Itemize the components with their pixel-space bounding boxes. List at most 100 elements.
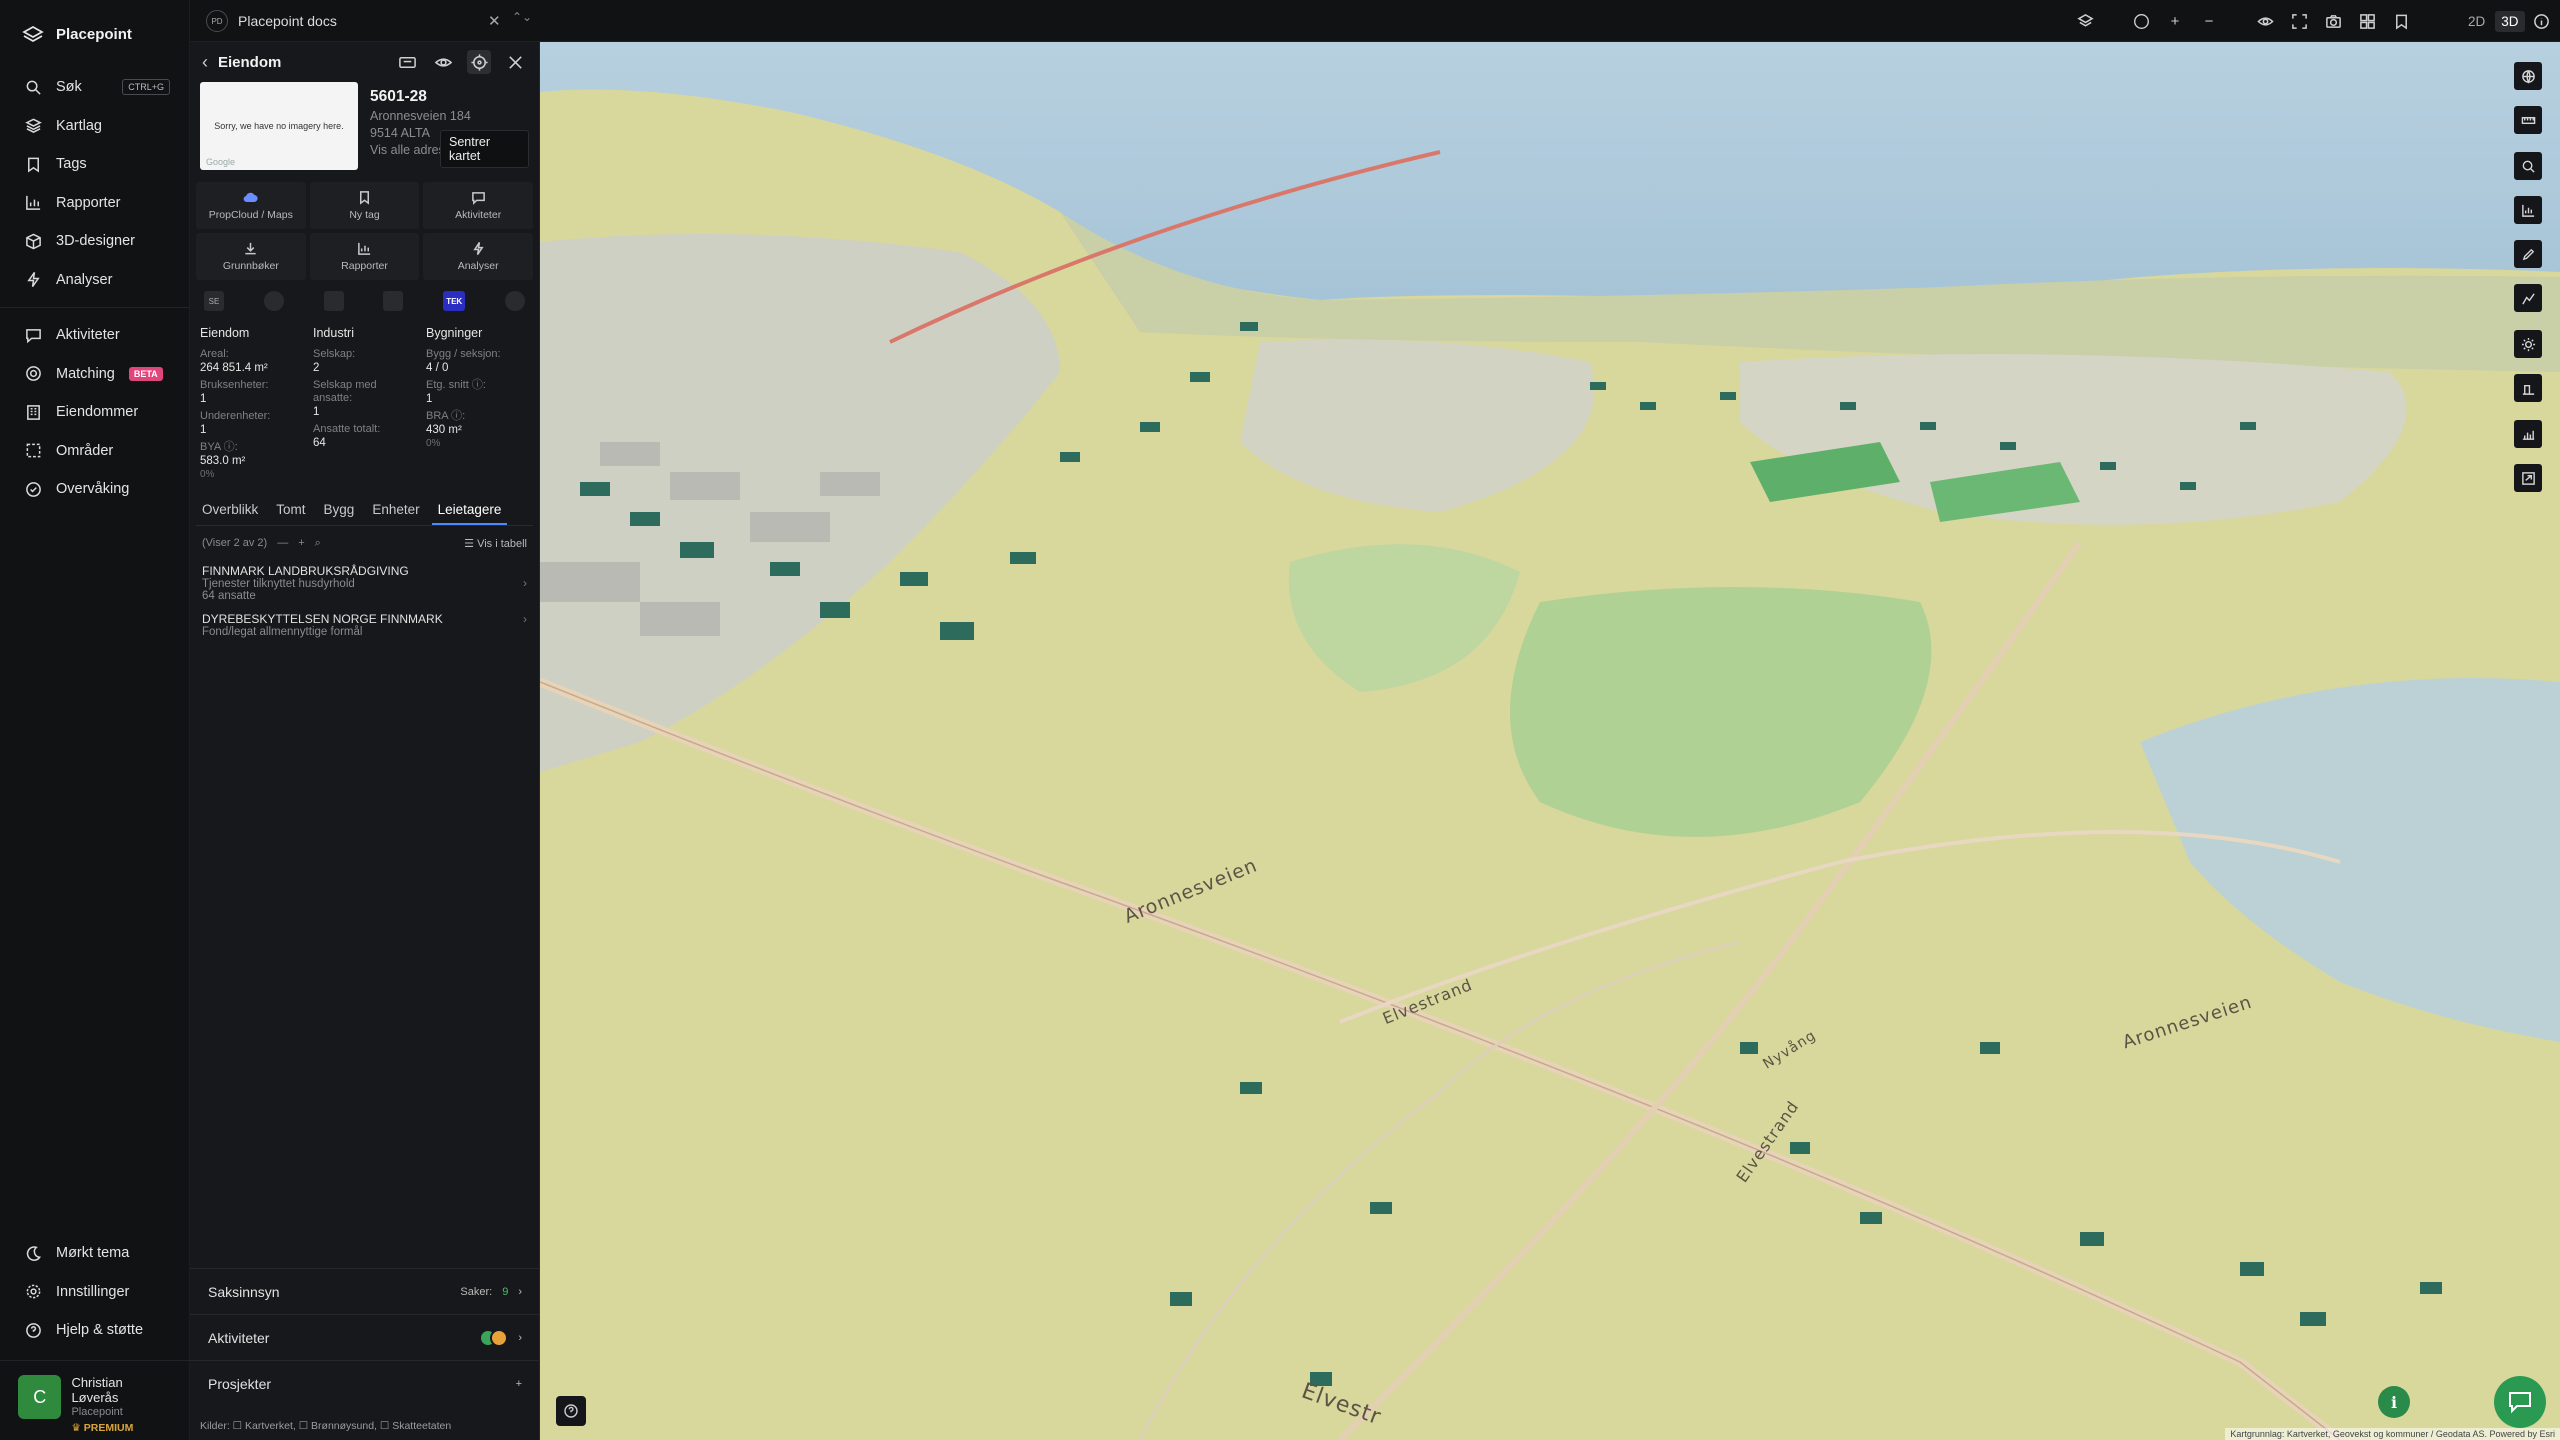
close-icon[interactable]: ✕ — [488, 12, 501, 30]
center-map-icon[interactable] — [467, 50, 491, 74]
map-tool-chart[interactable] — [2514, 196, 2542, 224]
map-tool-draw[interactable] — [2514, 240, 2542, 268]
app-logo[interactable]: Placepoint — [22, 20, 132, 48]
property-image[interactable]: Sorry, we have no imagery here. Google — [200, 82, 358, 170]
source-bars-icon[interactable] — [383, 291, 404, 311]
source-tek-icon[interactable]: TEK — [443, 291, 466, 311]
stats-header: Bygninger — [426, 326, 483, 340]
list-icon: ☰ — [464, 537, 478, 550]
grunnboker-button[interactable]: Grunnbøker — [196, 233, 306, 280]
map-tool-export[interactable] — [2514, 464, 2542, 492]
tab-overblikk[interactable]: Overblikk — [196, 496, 264, 525]
target-icon — [24, 365, 42, 383]
grid-icon[interactable] — [2354, 8, 2380, 34]
nav-label: Søk — [56, 79, 82, 96]
user-card[interactable]: C Christian Løverås Placepoint ♛ PREMIUM — [0, 1360, 190, 1440]
panel-tabs: Overblikk Tomt Bygg Enheter Leietagere — [196, 496, 533, 526]
mode-3d-toggle[interactable]: 3D — [2495, 10, 2525, 32]
section-prosjekter[interactable]: Prosjekter + — [190, 1360, 539, 1406]
bar-chart-icon — [358, 242, 371, 255]
zoom-in-icon[interactable]: + — [2162, 8, 2188, 34]
globe-icon — [2521, 69, 2535, 84]
nav-item-rapporter[interactable]: Rapporter — [0, 184, 190, 223]
activities-button[interactable]: Aktiviteter — [423, 182, 533, 229]
nav-item-3d-designer[interactable]: 3D-designer — [0, 222, 190, 261]
nav-item-aktiviteter[interactable]: Aktiviteter — [0, 316, 190, 355]
stat-label: Bygg / seksjon: — [426, 348, 501, 360]
nav-item-dark-theme[interactable]: Mørkt tema — [0, 1234, 190, 1273]
chat-support-button[interactable] — [2494, 1376, 2546, 1428]
chevron-right-icon: › — [518, 1331, 522, 1344]
map-tool-elevation[interactable] — [2514, 284, 2542, 312]
tab-bygg[interactable]: Bygg — [318, 496, 361, 525]
list-item[interactable]: DYREBESKYTTELSEN NORGE FINNMARK Fond/leg… — [202, 612, 527, 638]
add-icon[interactable]: + — [516, 1378, 522, 1390]
nav-item-analyser[interactable]: Analyser — [0, 261, 190, 300]
tab-enheter[interactable]: Enheter — [366, 496, 425, 525]
nav-item-help[interactable]: Hjelp & støtte — [0, 1311, 190, 1350]
bar-chart-icon — [24, 194, 42, 212]
nav-label: 3D-designer — [56, 233, 135, 250]
show-in-table-link[interactable]: ☰ Vis i tabell — [464, 537, 527, 550]
nav-item-omrader[interactable]: Områder — [0, 432, 190, 471]
info-icon[interactable] — [2529, 8, 2555, 34]
source-plant-icon[interactable] — [323, 291, 344, 311]
map-tool-profile[interactable] — [2514, 420, 2542, 448]
map-tool-search-area[interactable] — [2514, 152, 2542, 180]
analyses-button[interactable]: Analyser — [423, 233, 533, 280]
propcloud-button[interactable]: PropCloud / Maps — [196, 182, 306, 229]
data-source-row: SE TEK — [200, 288, 529, 314]
new-tag-button[interactable]: Ny tag — [309, 182, 420, 229]
property-address: Aronnesveien 184 — [370, 109, 471, 123]
map-tool-globe[interactable] — [2514, 62, 2542, 90]
source-globe-icon[interactable] — [263, 291, 284, 311]
nav-item-matching[interactable]: Matching BETA — [0, 355, 190, 394]
plan-label: PREMIUM — [83, 1422, 134, 1434]
cloud-icon — [244, 192, 258, 202]
eye-icon[interactable] — [2252, 8, 2278, 34]
section-saksinnsyn[interactable]: Saksinnsyn Saker: 9 › — [190, 1268, 539, 1314]
stat-label: BYA ⓘ: — [200, 441, 238, 453]
nav-item-eiendommer[interactable]: Eiendommer — [0, 393, 190, 432]
street-view-icon[interactable] — [395, 50, 419, 74]
stats-industri: Industri Selskap: 2 Selskap med ansatte:… — [313, 326, 416, 484]
list-item[interactable]: FINNMARK LANDBRUKSRÅDGIVING Tjenester ti… — [202, 564, 527, 602]
bookmark-icon — [24, 155, 42, 173]
source-se-icon[interactable]: SE — [204, 291, 224, 311]
tab-leietagere[interactable]: Leietagere — [431, 496, 508, 525]
stat-value: 430 m² — [426, 424, 462, 436]
map-tool-shadow[interactable] — [2514, 374, 2542, 402]
nav-item-kartlag[interactable]: Kartlag — [0, 107, 190, 146]
tab-tomt[interactable]: Tomt — [270, 496, 311, 525]
stat-value: 264 851.4 m² — [200, 362, 268, 374]
mode-2d-toggle[interactable]: 2D — [2462, 11, 2491, 32]
nav-item-tags[interactable]: Tags — [0, 145, 190, 184]
back-arrow-icon[interactable]: ‹ — [202, 52, 208, 73]
stat-value: 64 — [313, 437, 326, 449]
nav-item-overvaking[interactable]: Overvåking — [0, 470, 190, 509]
close-icon[interactable] — [503, 50, 527, 74]
map-3d-view[interactable]: Aronnesveien Elvestrand Nyvång Elvestran… — [540, 42, 2560, 1440]
nav-item-settings[interactable]: Innstillinger — [0, 1273, 190, 1312]
expand-icon[interactable]: + — [298, 537, 304, 549]
layers-3d-icon[interactable] — [2072, 8, 2098, 34]
bookmark-icon[interactable] — [2388, 8, 2414, 34]
fullscreen-icon[interactable] — [2286, 8, 2312, 34]
chevron-right-icon: › — [523, 576, 527, 590]
source-more-icon[interactable] — [504, 291, 525, 311]
reports-button[interactable]: Rapporter — [309, 233, 420, 280]
zoom-out-icon[interactable]: − — [2196, 8, 2222, 34]
camera-icon[interactable] — [2320, 8, 2346, 34]
compass-icon[interactable] — [2128, 8, 2154, 34]
search-icon[interactable]: ⌕ — [315, 537, 321, 550]
info-icon[interactable]: i — [2378, 1386, 2410, 1418]
section-aktiviteter[interactable]: Aktiviteter › — [190, 1314, 539, 1360]
map-tool-sun[interactable] — [2514, 330, 2542, 358]
docs-tab[interactable]: PD Placepoint docs — [206, 8, 337, 34]
map-tool-measure[interactable] — [2514, 106, 2542, 134]
collapse-icon[interactable]: — — [277, 537, 288, 549]
chevron-updown-icon[interactable]: ⌃⌄ — [512, 10, 532, 24]
map-help-button[interactable] — [556, 1396, 586, 1426]
eye-icon[interactable] — [431, 50, 455, 74]
nav-item-sok[interactable]: Søk CTRL+G — [0, 68, 190, 107]
